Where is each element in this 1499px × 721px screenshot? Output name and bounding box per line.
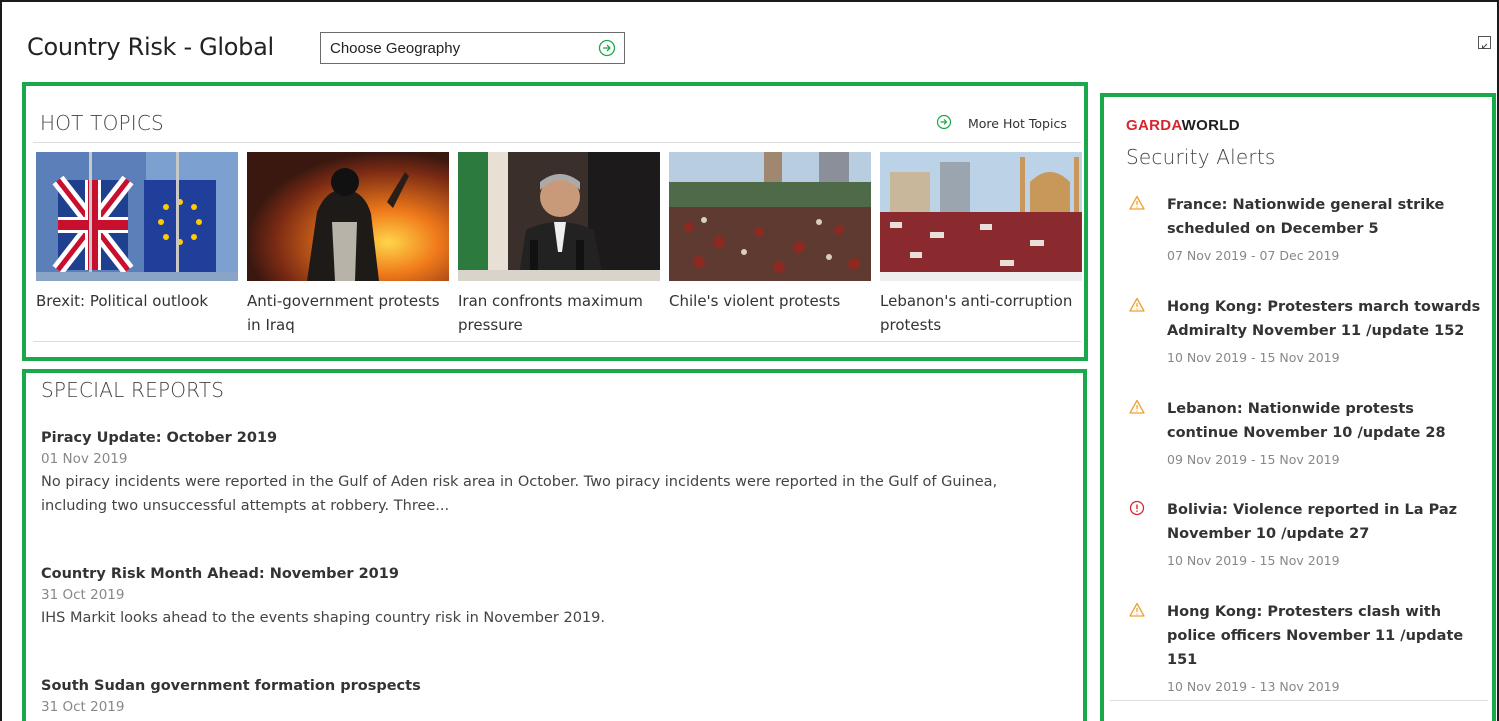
- alert-dates: 10 Nov 2019 - 13 Nov 2019: [1167, 679, 1340, 694]
- special-reports-title: SPECIAL REPORTS: [41, 378, 225, 402]
- alert-dates: 07 Nov 2019 - 07 Dec 2019: [1167, 248, 1340, 263]
- report-title[interactable]: Country Risk Month Ahead: November 2019: [41, 566, 1061, 582]
- hot-topic-card[interactable]: Brexit: Political outlook: [36, 152, 238, 313]
- report-title[interactable]: South Sudan government formation prospec…: [41, 678, 1061, 694]
- report-item[interactable]: Piracy Update: October 2019 01 Nov 2019 …: [41, 430, 1061, 518]
- security-alert-item[interactable]: France: Nationwide general strike schedu…: [1126, 193, 1481, 263]
- warning-triangle-icon: [1129, 195, 1145, 214]
- security-alert-item[interactable]: Hong Kong: Protesters clash with police …: [1126, 600, 1481, 694]
- more-hot-topics-link[interactable]: More Hot Topics: [936, 114, 1067, 133]
- topic-image-uk-eu-flags: [36, 152, 238, 281]
- divider: [1110, 700, 1488, 701]
- alert-title[interactable]: France: Nationwide general strike schedu…: [1167, 193, 1481, 241]
- alert-title[interactable]: Hong Kong: Protesters clash with police …: [1167, 600, 1481, 672]
- topic-caption: Anti-government protests in Iraq: [247, 292, 440, 334]
- geography-select-label: Choose Geography: [330, 39, 461, 57]
- critical-alert-icon: [1129, 500, 1145, 520]
- arrow-circle-icon: [936, 114, 952, 133]
- report-title[interactable]: Piracy Update: October 2019: [41, 430, 1061, 446]
- geography-select[interactable]: Choose Geography: [320, 32, 625, 64]
- more-hot-topics-label: More Hot Topics: [968, 116, 1067, 131]
- warning-triangle-icon: [1129, 399, 1145, 418]
- security-alerts-title: Security Alerts: [1126, 145, 1276, 169]
- topic-image-crowd-with-mosque: [880, 152, 1082, 281]
- page-title: Country Risk - Global: [27, 33, 274, 61]
- hot-topic-card[interactable]: Anti-government protests in Iraq: [247, 152, 449, 337]
- arrow-circle-icon[interactable]: [598, 39, 616, 61]
- report-date: 01 Nov 2019: [41, 451, 128, 467]
- topic-image-speaker-at-podium: [458, 152, 660, 281]
- security-alert-item[interactable]: Lebanon: Nationwide protests continue No…: [1126, 397, 1481, 467]
- alert-dates: 09 Nov 2019 - 15 Nov 2019: [1167, 452, 1340, 467]
- warning-triangle-icon: [1129, 297, 1145, 316]
- alert-title[interactable]: Lebanon: Nationwide protests continue No…: [1167, 397, 1481, 445]
- alert-title[interactable]: Bolivia: Violence reported in La Paz Nov…: [1167, 498, 1481, 546]
- topic-image-protester-with-fire: [247, 152, 449, 281]
- report-item[interactable]: South Sudan government formation prospec…: [41, 678, 1061, 715]
- report-date: 31 Oct 2019: [41, 587, 125, 603]
- warning-triangle-icon: [1129, 602, 1145, 621]
- security-alert-item[interactable]: Hong Kong: Protesters march towards Admi…: [1126, 295, 1481, 365]
- special-reports-highlight: [22, 369, 1087, 721]
- report-summary: No piracy incidents were reported in the…: [41, 474, 998, 514]
- topic-image-crowd-in-plaza: [669, 152, 871, 281]
- hot-topics-title: HOT TOPICS: [40, 111, 164, 135]
- hot-topic-card[interactable]: Lebanon's anti-corruption protests: [880, 152, 1082, 337]
- alert-dates: 10 Nov 2019 - 15 Nov 2019: [1167, 350, 1340, 365]
- security-alert-item[interactable]: Bolivia: Violence reported in La Paz Nov…: [1126, 498, 1481, 568]
- hot-topic-card[interactable]: Chile's violent protests: [669, 152, 871, 313]
- report-summary: IHS Markit looks ahead to the events sha…: [41, 610, 605, 626]
- topic-caption: Brexit: Political outlook: [36, 292, 209, 310]
- alert-title[interactable]: Hong Kong: Protesters march towards Admi…: [1167, 295, 1481, 343]
- report-date: 31 Oct 2019: [41, 699, 125, 715]
- topic-caption: Chile's violent protests: [669, 292, 841, 310]
- divider: [33, 341, 1081, 342]
- alert-dates: 10 Nov 2019 - 15 Nov 2019: [1167, 553, 1340, 568]
- divider: [33, 142, 1081, 143]
- collapse-icon[interactable]: [1478, 36, 1491, 49]
- report-item[interactable]: Country Risk Month Ahead: November 2019 …: [41, 566, 1061, 630]
- gardaworld-logo: GARDAWORLD: [1126, 117, 1240, 134]
- topic-caption: Lebanon's anti-corruption protests: [880, 292, 1073, 334]
- topic-caption: Iran confronts maximum pressure: [458, 292, 643, 334]
- hot-topic-card[interactable]: Iran confronts maximum pressure: [458, 152, 660, 337]
